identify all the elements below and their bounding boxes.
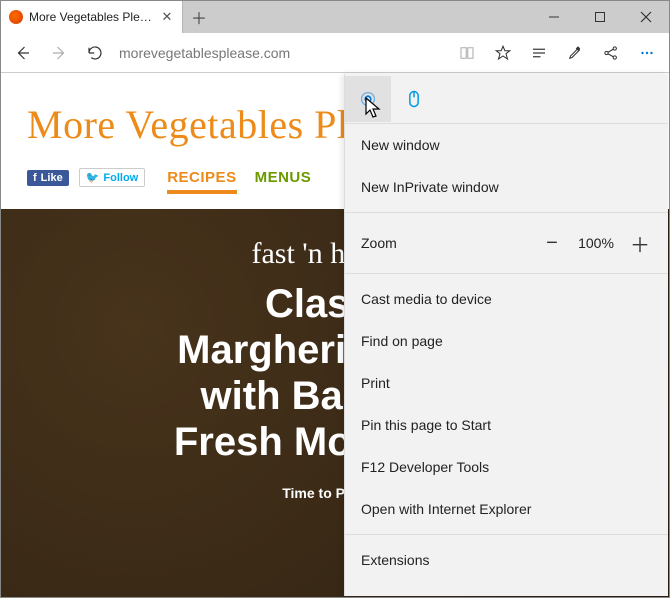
- close-icon: [640, 11, 652, 23]
- menu-print[interactable]: Print: [345, 362, 668, 404]
- tomato-favicon-icon: [9, 10, 23, 24]
- share-icon: [602, 44, 620, 62]
- hub-icon: [530, 44, 548, 62]
- overflow-menu: New window New InPrivate window Zoom − 1…: [344, 74, 668, 596]
- touch-icon: [357, 88, 379, 110]
- close-tab-icon[interactable]: ✕: [160, 10, 174, 24]
- minimize-button[interactable]: [531, 1, 577, 33]
- maximize-button[interactable]: [577, 1, 623, 33]
- menu-separator: [345, 273, 668, 274]
- reading-view-button[interactable]: [449, 35, 485, 71]
- like-label: Like: [41, 172, 63, 184]
- refresh-button[interactable]: [77, 35, 113, 71]
- star-icon: [494, 44, 512, 62]
- menu-cast[interactable]: Cast media to device: [345, 278, 668, 320]
- menu-extensions[interactable]: Extensions: [345, 539, 668, 581]
- menu-f12[interactable]: F12 Developer Tools: [345, 446, 668, 488]
- hub-button[interactable]: [521, 35, 557, 71]
- tabstrip-spacer: [215, 1, 531, 33]
- site-nav: RECIPES MENUS: [167, 169, 311, 186]
- share-button[interactable]: [593, 35, 629, 71]
- notes-button[interactable]: [557, 35, 593, 71]
- facebook-like-button[interactable]: f Like: [27, 170, 69, 186]
- tab-title: More Vegetables Please: [29, 10, 156, 24]
- toolbar: morevegetablesplease.com: [1, 33, 669, 73]
- menu-open-ie[interactable]: Open with Internet Explorer: [345, 488, 668, 530]
- new-tab-button[interactable]: ＋: [183, 1, 215, 33]
- menu-find[interactable]: Find on page: [345, 320, 668, 362]
- back-arrow-icon: [14, 44, 32, 62]
- menu-zoom-row: Zoom − 100% ＋: [345, 217, 668, 269]
- forward-arrow-icon: [50, 44, 68, 62]
- nav-recipes[interactable]: RECIPES: [167, 169, 236, 186]
- touch-mode-button[interactable]: [345, 76, 391, 122]
- nav-menus[interactable]: MENUS: [255, 169, 312, 186]
- menu-new-inprivate[interactable]: New InPrivate window: [345, 166, 668, 208]
- tab-active[interactable]: More Vegetables Please ✕: [1, 1, 183, 33]
- zoom-value: 100%: [572, 235, 620, 251]
- menu-top-row: [345, 74, 668, 124]
- favorites-button[interactable]: [485, 35, 521, 71]
- refresh-icon: [86, 44, 104, 62]
- zoom-in-button[interactable]: ＋: [620, 223, 660, 263]
- menu-new-window[interactable]: New window: [345, 124, 668, 166]
- menu-separator: [345, 212, 668, 213]
- browser-window: More Vegetables Please ✕ ＋ morevegetable…: [0, 0, 670, 598]
- menu-separator: [345, 534, 668, 535]
- address-bar[interactable]: morevegetablesplease.com: [119, 45, 443, 61]
- address-url: morevegetablesplease.com: [119, 45, 290, 61]
- back-button[interactable]: [5, 35, 41, 71]
- facebook-f-icon: f: [33, 172, 37, 184]
- more-dots-icon: [638, 44, 656, 62]
- mouse-mode-button[interactable]: [391, 76, 437, 122]
- mouse-icon: [404, 89, 424, 109]
- maximize-icon: [594, 11, 606, 23]
- zoom-out-button[interactable]: −: [532, 223, 572, 263]
- zoom-label: Zoom: [361, 235, 532, 251]
- minimize-icon: [548, 11, 560, 23]
- forward-button[interactable]: [41, 35, 77, 71]
- reading-view-icon: [458, 44, 476, 62]
- twitter-follow-button[interactable]: 🐦 Follow: [79, 168, 146, 187]
- more-button[interactable]: [629, 35, 665, 71]
- twitter-bird-icon: 🐦: [86, 171, 100, 184]
- notes-icon: [566, 44, 584, 62]
- menu-pin[interactable]: Pin this page to Start: [345, 404, 668, 446]
- window-close-button[interactable]: [623, 1, 669, 33]
- tab-strip: More Vegetables Please ✕ ＋: [1, 1, 669, 33]
- follow-label: Follow: [103, 172, 138, 184]
